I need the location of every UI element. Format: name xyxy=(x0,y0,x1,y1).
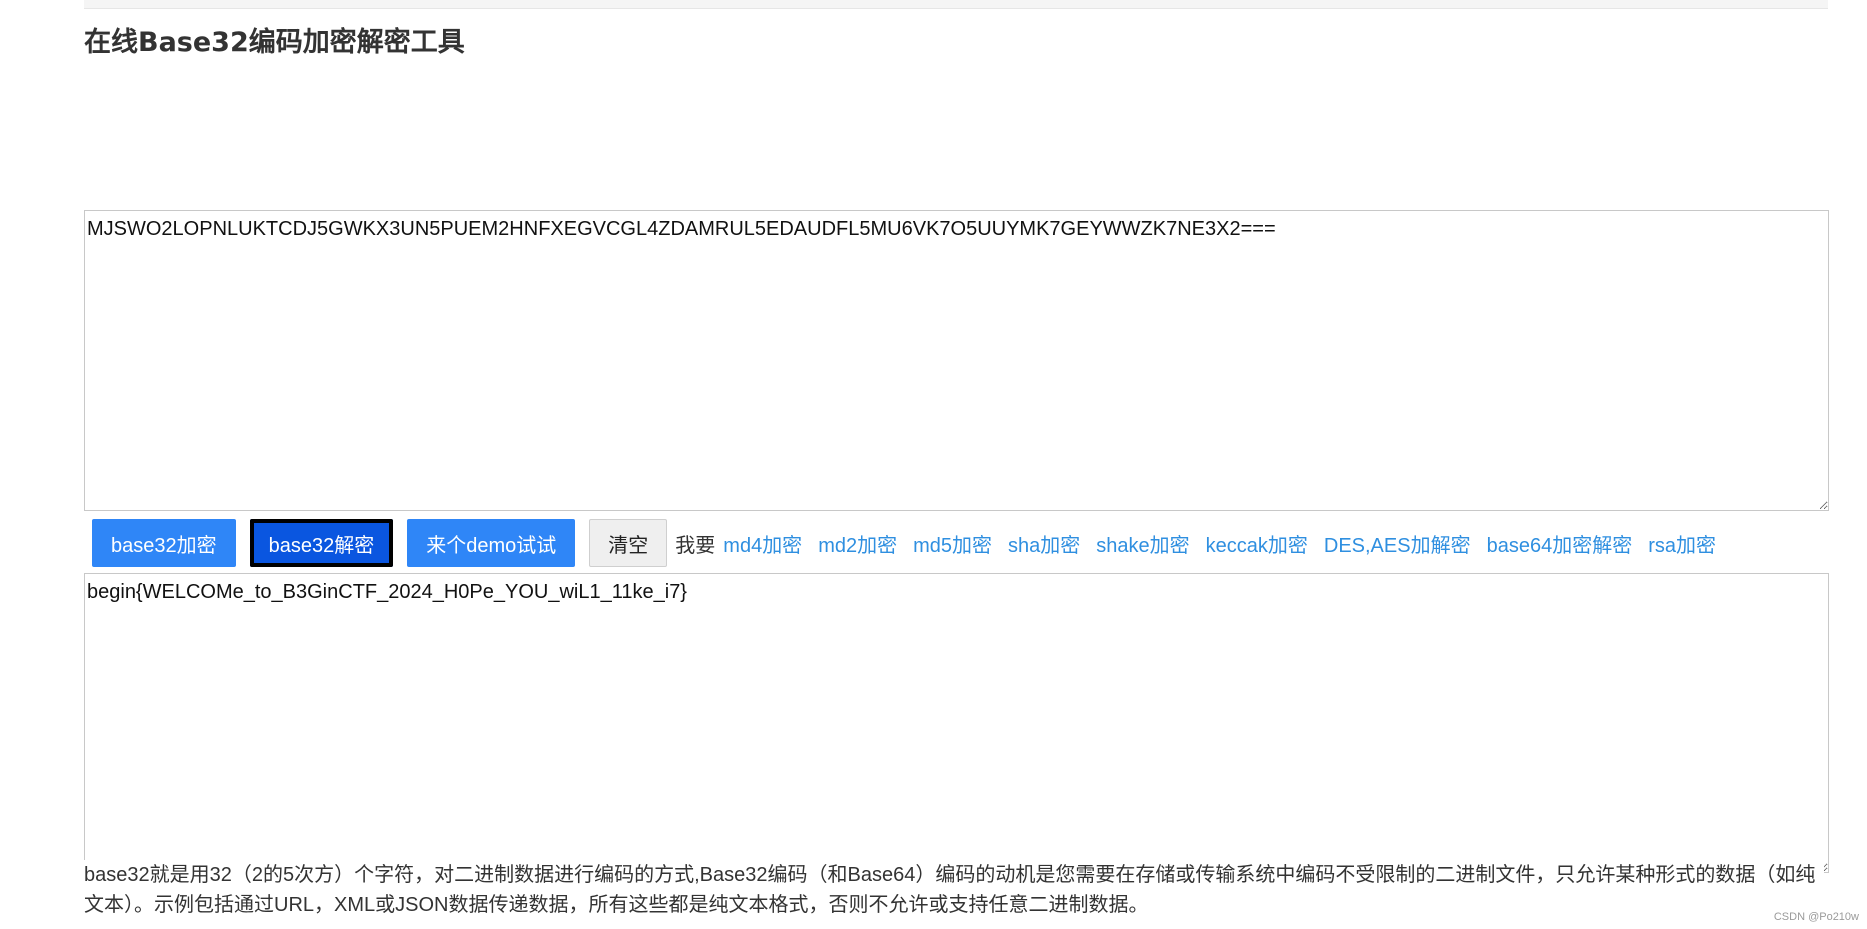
link-md5[interactable]: md5加密 xyxy=(913,529,992,558)
link-keccak[interactable]: keccak加密 xyxy=(1206,529,1308,558)
link-base64[interactable]: base64加密解密 xyxy=(1487,529,1633,558)
want-label: 我要 xyxy=(675,534,716,557)
top-strip xyxy=(84,0,1828,9)
link-rsa[interactable]: rsa加密 xyxy=(1648,529,1716,558)
toolbar: base32加密 base32解密 来个demo试试 清空 我要 md4加密 m… xyxy=(92,519,1732,567)
watermark: CSDN @Po210w xyxy=(1773,911,1859,923)
base32-encode-button[interactable]: base32加密 xyxy=(92,519,236,567)
base32-decode-button[interactable]: base32解密 xyxy=(249,519,394,567)
link-des-aes[interactable]: DES,AES加解密 xyxy=(1324,529,1471,558)
page-title: 在线Base32编码加密解密工具 xyxy=(84,27,465,58)
input-textarea[interactable]: MJSWO2LOPNLUKTCDJ5GWKX3UN5PUEM2HNFXEGVCG… xyxy=(84,210,1829,511)
demo-button[interactable]: 来个demo试试 xyxy=(407,519,576,567)
page: 在线Base32编码加密解密工具 MJSWO2LOPNLUKTCDJ5GWKX3… xyxy=(0,0,1867,929)
link-shake[interactable]: shake加密 xyxy=(1096,529,1189,558)
description-text: base32就是用32（2的5次方）个字符，对二进制数据进行编码的方式,Base… xyxy=(84,860,1824,920)
link-md2[interactable]: md2加密 xyxy=(818,529,897,558)
clear-button[interactable]: 清空 xyxy=(589,519,668,567)
output-textarea[interactable]: begin{WELCOMe_to_B3GinCTF_2024_H0Pe_YOU_… xyxy=(84,573,1829,873)
link-md4[interactable]: md4加密 xyxy=(723,529,802,558)
link-sha[interactable]: sha加密 xyxy=(1008,529,1080,558)
